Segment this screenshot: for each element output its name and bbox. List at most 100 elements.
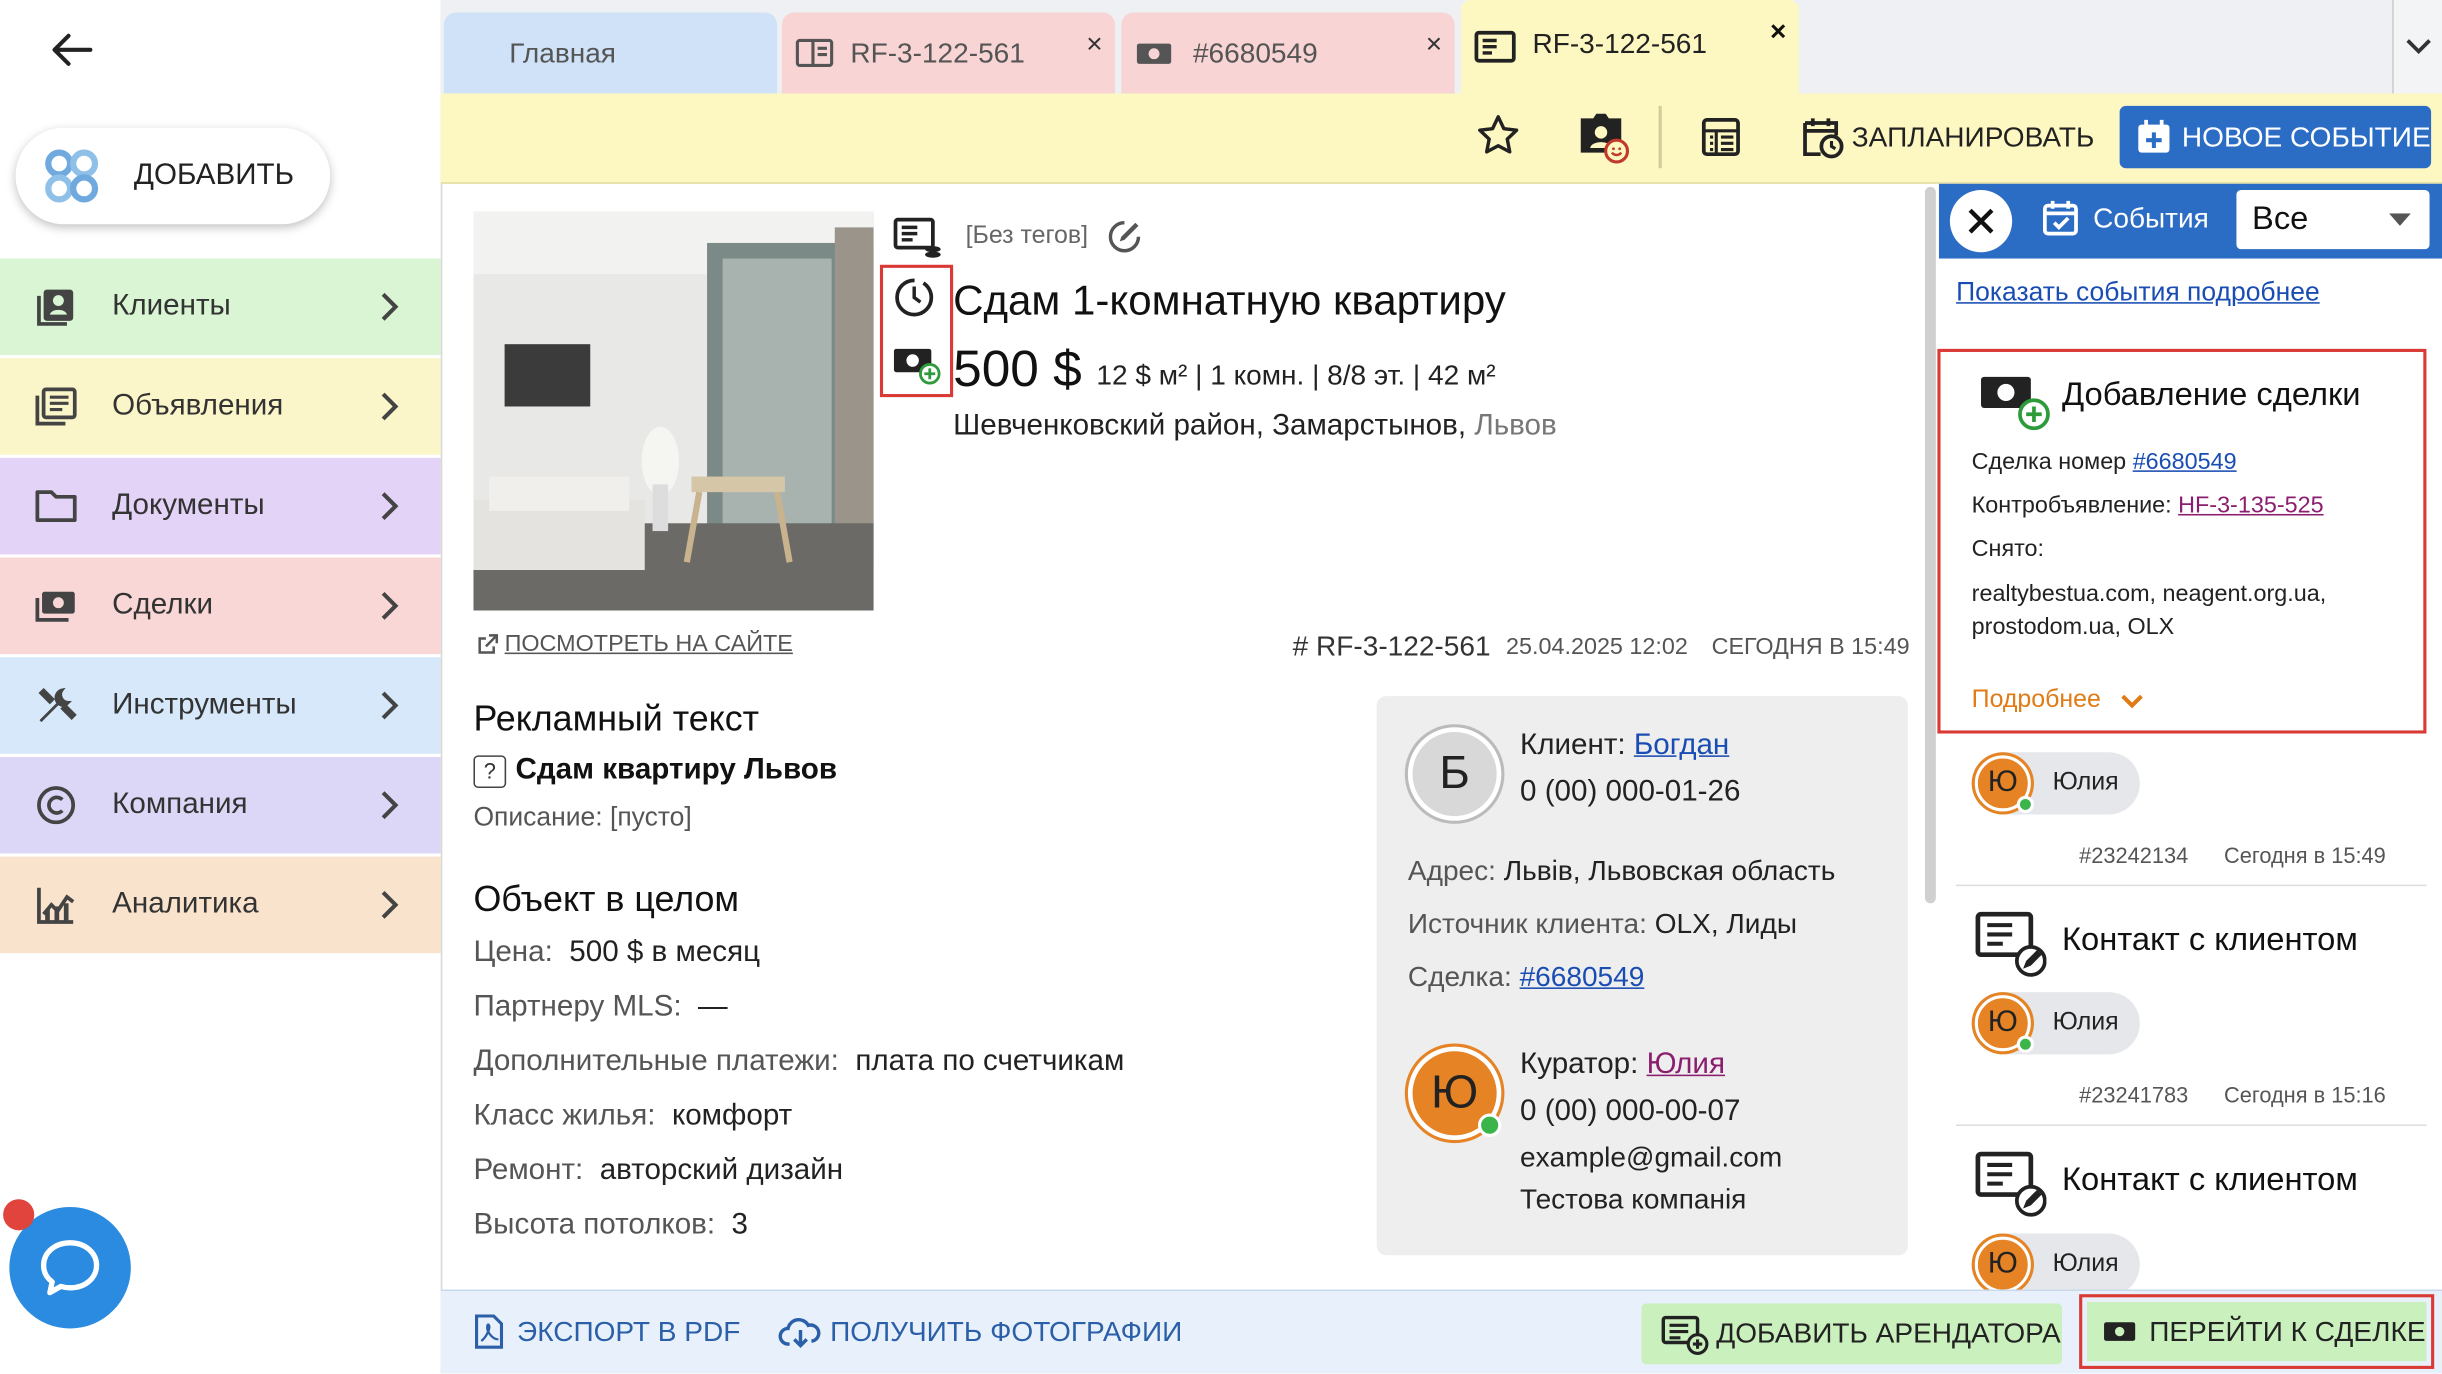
deal-number-link[interactable]: #6680549 (2133, 449, 2237, 475)
sidebar-item-clients[interactable]: Клиенты (0, 258, 441, 356)
sidebar: ДОБАВИТЬ Клиенты Объявления Документы Сд… (0, 0, 441, 1374)
source-value: OLX, Лиды (1654, 907, 1797, 940)
deal-label: Сделка: (1407, 960, 1512, 993)
sidebar-item-deals[interactable]: Сделки (0, 557, 441, 655)
sidebar-item-label: Компания (112, 788, 248, 821)
more-toggle[interactable]: Подробнее (1972, 687, 2145, 715)
tab-home[interactable]: Главная (443, 12, 778, 94)
caret-down-icon (2389, 213, 2411, 226)
clients-icon (34, 285, 78, 329)
spreadsheet-button[interactable] (1699, 115, 1743, 159)
address-city: Львов (1474, 409, 1557, 443)
listing-specs: 12 $ м² | 1 комн. | 8/8 эт. | 42 м² (1096, 359, 1496, 391)
export-pdf-button[interactable]: ЭКСПОРТ В PDF (473, 1313, 740, 1350)
events-title: События (2040, 196, 2209, 240)
user-name: Юлия (2052, 1009, 2119, 1036)
ad-heading: Рекламный текст (473, 697, 760, 739)
folder-icon (34, 484, 78, 528)
tabs-dropdown[interactable] (2392, 0, 2442, 94)
user-chip[interactable]: Ю Юлия (1971, 992, 2140, 1055)
client-feedback-button[interactable] (1575, 109, 1631, 165)
chat-icon (37, 1235, 102, 1300)
schedule-button[interactable]: ЗАПЛАНИРОВАТЬ (1799, 114, 2095, 161)
tab-listing-active[interactable]: RF-3-122-561 × (1460, 0, 1799, 94)
sidebar-item-company[interactable]: Компания (0, 756, 441, 854)
sidebar-item-documents[interactable]: Документы (0, 457, 441, 555)
add-button-label: ДОБАВИТЬ (133, 158, 295, 192)
field-ceiling: Высота потолков: 3 (473, 1209, 748, 1243)
address-label: Адрес: (1407, 855, 1496, 887)
events-filter-select[interactable]: Все (2236, 190, 2430, 250)
view-on-site-link[interactable]: ПОСМОТРЕТЬ НА САЙТЕ (477, 631, 793, 657)
get-photos-button[interactable]: ПОЛУЧИТЬ ФОТОГРАФИИ (777, 1313, 1182, 1350)
client-name-row: Клиент: Богдан (1520, 729, 1729, 763)
curator-email[interactable]: example@gmail.com (1520, 1142, 1782, 1175)
favorite-button[interactable] (1475, 112, 1522, 159)
field-label: Класс жилья: (473, 1099, 656, 1133)
close-events-button[interactable] (1949, 190, 2013, 253)
removed-sites: realtybestua.com, neagent.org.ua, prosto… (1971, 580, 2327, 641)
tab-deal[interactable]: #6680549 × (1121, 12, 1455, 94)
curator-phone[interactable]: 0 (00) 000-00-07 (1520, 1095, 1740, 1129)
contact-icon (1975, 910, 2047, 979)
pdf-icon (473, 1313, 504, 1350)
go-to-deal-button[interactable]: ПЕРЕЙТИ К СДЕЛКЕ (2079, 1294, 2435, 1369)
clock-icon (892, 276, 936, 320)
online-indicator (2016, 795, 2034, 813)
tab-listing-1[interactable]: RF-3-122-561 × (781, 12, 1116, 94)
client-deal: Сделка: #6680549 (1408, 961, 1644, 994)
main-scrollbar[interactable] (1924, 186, 1936, 904)
curator-company: Тестова компанія (1520, 1183, 1747, 1215)
address-value: Львів, Львовская область (1503, 855, 1836, 887)
address-text: Шевченковский район, Замарстынов, (953, 409, 1467, 443)
edit-tags-icon[interactable] (1106, 218, 1143, 255)
user-chip[interactable]: Ю Юлия (1971, 1233, 2140, 1296)
user-initial: Ю (1987, 766, 2018, 799)
close-icon[interactable]: × (1426, 28, 1442, 61)
user-chip[interactable]: Ю Юлия (1971, 752, 2140, 815)
add-button[interactable]: ДОБАВИТЬ (15, 127, 331, 225)
client-phone[interactable]: 0 (00) 000-01-26 (1520, 776, 1740, 810)
tab-label: Главная (509, 36, 616, 68)
listing-address: Шевченковский район, Замарстынов, Львов (953, 410, 1557, 444)
spreadsheet-icon (1699, 115, 1743, 159)
deal-number-label: Сделка номер (1971, 448, 2127, 476)
counter-link[interactable]: HF-3-135-525 (2178, 492, 2323, 518)
events-label: События (2093, 201, 2209, 233)
client-name-link[interactable]: Богдан (1634, 729, 1729, 762)
event-time: Сегодня в 15:49 (2223, 842, 2386, 868)
curator-label: Куратор: (1520, 1048, 1639, 1081)
deal-event-title: Добавление сделки (2061, 376, 2361, 413)
field-label: Дополнительные платежи: (473, 1045, 839, 1078)
question-icon[interactable]: ? (473, 754, 507, 788)
new-event-button[interactable]: НОВОЕ СОБЫТИЕ (2119, 105, 2432, 169)
show-events-details-link[interactable]: Показать события подробнее (1956, 277, 2320, 308)
field-value: 3 (731, 1208, 749, 1242)
listing-price: 500 $ (953, 339, 1082, 398)
sidebar-item-tools[interactable]: Инструменты (0, 657, 441, 754)
export-pdf-label: ЭКСПОРТ В PDF (517, 1315, 741, 1347)
close-icon[interactable]: × (1770, 16, 1786, 49)
sidebar-item-listings[interactable]: Объявления (0, 358, 441, 455)
field-label: Ремонт: (473, 1154, 584, 1187)
deal-link[interactable]: #6680549 (1520, 961, 1645, 992)
source-label: Источник клиента: (1407, 907, 1647, 940)
created-date: 25.04.2025 12:02 (1506, 633, 1688, 661)
back-arrow-icon[interactable] (44, 22, 100, 78)
close-icon[interactable]: × (1086, 28, 1102, 61)
sidebar-item-analytics[interactable]: Аналитика (0, 856, 441, 954)
more-label: Подробнее (1971, 686, 2101, 714)
listing-photo[interactable] (473, 211, 874, 611)
client-source: Источник клиента: OLX, Лиды (1408, 908, 1797, 941)
money-icon (2102, 1318, 2136, 1346)
schedule-label: ЗАПЛАНИРОВАТЬ (1851, 120, 2095, 152)
contact-event-title: Контакт с клиентом (2061, 921, 2358, 958)
curator-link[interactable]: Юлия (1647, 1048, 1725, 1081)
updated-date: СЕГОДНЯ В 15:49 (1711, 633, 1910, 661)
chevron-right-icon (378, 389, 400, 423)
add-tenant-button[interactable]: ДОБАВИТЬ АРЕНДАТОРА (1641, 1303, 2062, 1365)
listing-toolbar: ЗАПЛАНИРОВАТЬ НОВОЕ СОБЫТИЕ (440, 93, 2442, 184)
sidebar-item-label: Инструменты (112, 688, 297, 722)
event-divider (1956, 884, 2427, 887)
user-avatar: Ю (1974, 755, 2034, 813)
